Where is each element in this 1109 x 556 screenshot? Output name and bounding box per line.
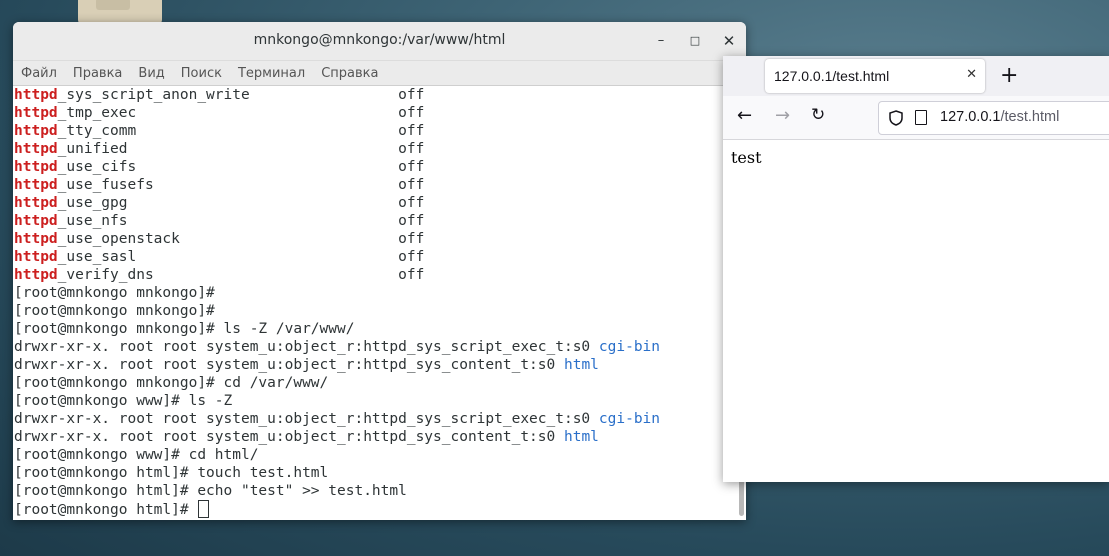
line-text: [root@mnkongo html]#	[14, 502, 198, 518]
minimize-button[interactable]: –	[651, 31, 671, 51]
line-text: _sys_script_anon_write off	[57, 87, 425, 103]
page-content: test	[731, 148, 762, 167]
terminal-line: httpd_use_openstack off	[14, 230, 736, 248]
terminal-line: drwxr-xr-x. root root system_u:object_r:…	[14, 428, 736, 446]
highlight-keyword: httpd	[14, 231, 58, 247]
directory-name: cgi-bin	[598, 339, 661, 355]
terminal-line: [root@mnkongo mnkongo]# ls -Z /var/www/	[14, 320, 736, 338]
terminal-line: httpd_use_nfs off	[14, 212, 736, 230]
tab-test-html[interactable]: 127.0.0.1/test.html ✕	[765, 59, 985, 93]
close-button[interactable]: ✕	[719, 31, 739, 51]
terminal-line: httpd_use_gpg off	[14, 194, 736, 212]
highlight-keyword: httpd	[14, 105, 58, 121]
shield-icon[interactable]	[889, 110, 903, 130]
directory-name: html	[563, 357, 599, 373]
browser-window: 127.0.0.1/test.html ✕ + ← → ↻ 127.0.0.1/…	[723, 56, 1109, 482]
terminal-line: [root@mnkongo www]# cd html/	[14, 446, 736, 464]
terminal-line: [root@mnkongo mnkongo]#	[14, 302, 736, 320]
line-text: _use_nfs off	[57, 213, 425, 229]
terminal-line: httpd_use_fusefs off	[14, 176, 736, 194]
highlight-keyword: httpd	[14, 213, 58, 229]
terminal-line: httpd_unified off	[14, 140, 736, 158]
line-text: [root@mnkongo mnkongo]#	[14, 303, 215, 319]
menu-edit[interactable]: Правка	[73, 66, 122, 81]
url-text[interactable]: 127.0.0.1/test.html	[940, 109, 1059, 125]
terminal-line: [root@mnkongo html]#	[14, 500, 736, 518]
highlight-keyword: httpd	[14, 177, 58, 193]
line-text: [root@mnkongo html]# echo "test" >> test…	[14, 483, 407, 499]
terminal-menubar: Файл Правка Вид Поиск Терминал Справка	[13, 61, 746, 86]
tab-title: 127.0.0.1/test.html	[774, 68, 890, 84]
terminal-line: drwxr-xr-x. root root system_u:object_r:…	[14, 356, 736, 374]
url-bar[interactable]: 127.0.0.1/test.html	[878, 101, 1109, 135]
highlight-keyword: httpd	[14, 195, 58, 211]
highlight-keyword: httpd	[14, 141, 58, 157]
terminal-line: [root@mnkongo mnkongo]#	[14, 284, 736, 302]
line-text: [root@mnkongo www]# ls -Z	[14, 393, 233, 409]
tab-close-icon[interactable]: ✕	[966, 67, 977, 82]
line-text: _unified off	[57, 141, 425, 157]
line-text: drwxr-xr-x. root root system_u:object_r:…	[14, 429, 564, 445]
terminal-line: [root@mnkongo html]# touch test.html	[14, 464, 736, 482]
url-host: 127.0.0.1	[940, 109, 1001, 125]
highlight-keyword: httpd	[14, 159, 58, 175]
line-text: drwxr-xr-x. root root system_u:object_r:…	[14, 411, 599, 427]
highlight-keyword: httpd	[14, 87, 58, 103]
terminal-line: httpd_use_cifs off	[14, 158, 736, 176]
menu-terminal[interactable]: Терминал	[238, 66, 305, 81]
terminal-cursor	[198, 500, 210, 518]
highlight-keyword: httpd	[14, 123, 58, 139]
page-icon[interactable]	[915, 110, 927, 125]
tab-bar: 127.0.0.1/test.html ✕ +	[723, 56, 1109, 96]
terminal-titlebar[interactable]: mnkongo@mnkongo:/var/www/html – □ ✕	[13, 22, 746, 61]
line-text: _use_openstack off	[57, 231, 425, 247]
terminal-line: [root@mnkongo html]# echo "test" >> test…	[14, 482, 736, 500]
new-tab-button[interactable]: +	[1000, 63, 1018, 88]
reload-icon[interactable]: ↻	[811, 105, 825, 125]
directory-name: html	[563, 429, 599, 445]
terminal-line: drwxr-xr-x. root root system_u:object_r:…	[14, 338, 736, 356]
line-text: drwxr-xr-x. root root system_u:object_r:…	[14, 339, 599, 355]
terminal-line: httpd_use_sasl off	[14, 248, 736, 266]
highlight-keyword: httpd	[14, 249, 58, 265]
line-text: [root@mnkongo mnkongo]# ls -Z /var/www/	[14, 321, 355, 337]
desktop-folder-icon[interactable]	[78, 0, 162, 24]
line-text: _verify_dns off	[57, 267, 425, 283]
highlight-keyword: httpd	[14, 267, 58, 283]
menu-search[interactable]: Поиск	[181, 66, 222, 81]
menu-help[interactable]: Справка	[321, 66, 378, 81]
terminal-line: httpd_tmp_exec off	[14, 104, 736, 122]
nav-bar: ← → ↻ 127.0.0.1/test.html	[723, 96, 1109, 140]
terminal-output[interactable]: httpd_sys_script_anon_write off httpd_tmp…	[13, 86, 736, 520]
line-text: _use_fusefs off	[57, 177, 425, 193]
line-text: _use_cifs off	[57, 159, 425, 175]
terminal-line: httpd_tty_comm off	[14, 122, 736, 140]
terminal-window: mnkongo@mnkongo:/var/www/html – □ ✕ Файл…	[13, 22, 746, 520]
terminal-line: httpd_sys_script_anon_write off	[14, 86, 736, 104]
directory-name: cgi-bin	[598, 411, 661, 427]
line-text: [root@mnkongo mnkongo]#	[14, 285, 215, 301]
line-text: _tty_comm off	[57, 123, 425, 139]
line-text: [root@mnkongo mnkongo]# cd /var/www/	[14, 375, 329, 391]
line-text: drwxr-xr-x. root root system_u:object_r:…	[14, 357, 564, 373]
menu-view[interactable]: Вид	[138, 66, 164, 81]
maximize-button[interactable]: □	[685, 31, 705, 51]
line-text: [root@mnkongo html]# touch test.html	[14, 465, 329, 481]
terminal-title: mnkongo@mnkongo:/var/www/html	[253, 32, 506, 48]
forward-arrow-icon[interactable]: →	[775, 105, 790, 126]
terminal-line: [root@mnkongo www]# ls -Z	[14, 392, 736, 410]
menu-file[interactable]: Файл	[21, 66, 57, 81]
url-path: /test.html	[1000, 109, 1060, 125]
terminal-line: drwxr-xr-x. root root system_u:object_r:…	[14, 410, 736, 428]
line-text: _use_sasl off	[57, 249, 425, 265]
scrollbar-thumb[interactable]	[739, 476, 744, 516]
back-arrow-icon[interactable]: ←	[737, 105, 752, 126]
line-text: [root@mnkongo www]# cd html/	[14, 447, 259, 463]
terminal-line: [root@mnkongo mnkongo]# cd /var/www/	[14, 374, 736, 392]
line-text: _use_gpg off	[57, 195, 425, 211]
line-text: _tmp_exec off	[57, 105, 425, 121]
terminal-line: httpd_verify_dns off	[14, 266, 736, 284]
